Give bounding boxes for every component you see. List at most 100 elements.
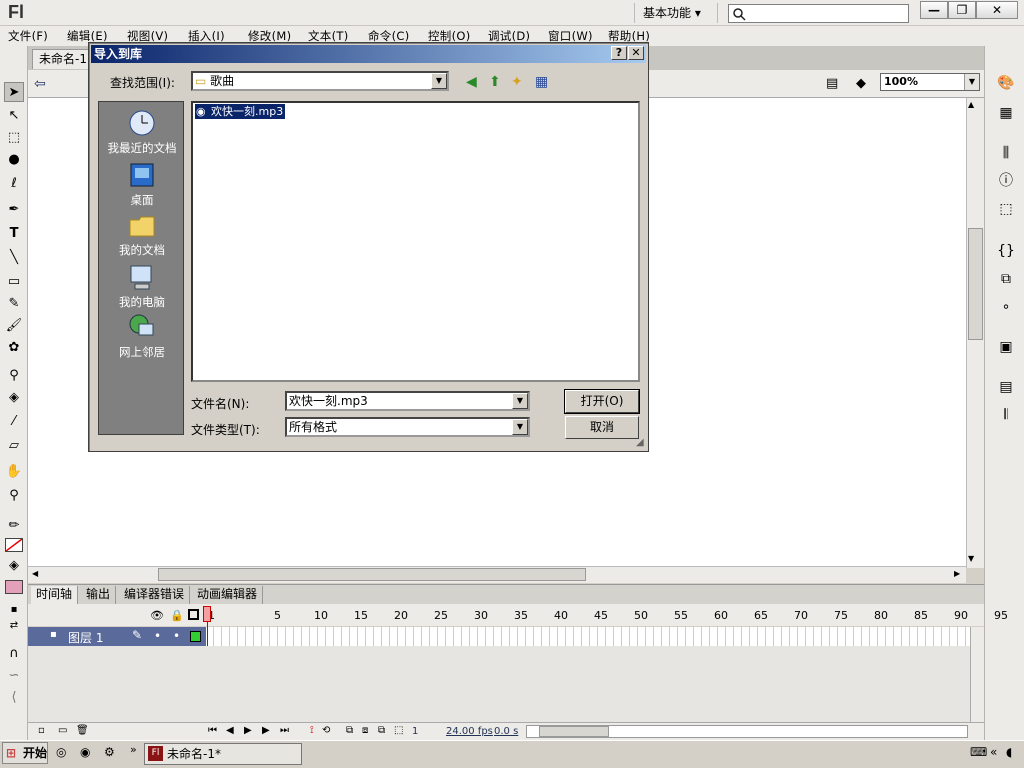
play-icon[interactable]: ▶	[244, 725, 252, 736]
scroll-down-icon[interactable]: ▼	[968, 554, 974, 563]
motion-presets-icon[interactable]: ∘	[995, 296, 1017, 318]
zoom-tool-icon[interactable]: ⚲	[4, 486, 24, 506]
align-panel-icon[interactable]: ⫼	[995, 142, 1017, 164]
current-frame[interactable]: 1	[412, 726, 418, 737]
project-panel-icon[interactable]: ▣	[995, 336, 1017, 358]
stroke-color-swatch[interactable]	[5, 538, 23, 552]
start-button[interactable]: ⊞ 开始	[2, 742, 48, 764]
brush-tool-icon[interactable]: 🖌	[4, 316, 24, 336]
loop-icon[interactable]: ⟲	[322, 725, 330, 736]
quicklaunch-ie-icon[interactable]: ◎	[56, 745, 66, 759]
tray-expand-icon[interactable]: «	[990, 745, 997, 759]
selection-tool-icon[interactable]: ➤	[4, 82, 24, 102]
place-my-documents[interactable]: 我的文档	[99, 210, 185, 258]
swap-colors-icon[interactable]: ⇄	[4, 616, 24, 636]
movie-explorer-icon[interactable]: ▤	[995, 376, 1017, 398]
color-panel-icon[interactable]: 🎨	[995, 72, 1017, 94]
last-frame-icon[interactable]: ⏭	[280, 725, 289, 736]
resize-grip-icon[interactable]: ◢	[636, 437, 644, 448]
search-input[interactable]	[728, 4, 909, 23]
look-in-select[interactable]: ▭ 歌曲 ▼	[191, 71, 449, 91]
filetype-select[interactable]: 所有格式 ▼	[285, 417, 530, 437]
onion-outline-icon[interactable]: ⧈	[362, 725, 368, 736]
playhead-handle[interactable]	[203, 606, 211, 622]
dialog-close-button[interactable]: ✕	[628, 46, 644, 60]
text-tool-icon[interactable]: T	[4, 224, 24, 244]
lasso-tool-icon[interactable]: ℓ	[4, 174, 24, 194]
scroll-right-icon[interactable]: ▶	[954, 569, 960, 578]
subselection-tool-icon[interactable]: ↖	[4, 106, 24, 126]
layer-row[interactable]: ▪ 图层 1 ✎ • •	[28, 627, 206, 646]
center-frame-icon[interactable]: ⟟	[310, 725, 314, 736]
edit-scene-icon[interactable]: ▤	[826, 76, 838, 91]
tab-output[interactable]: 输出	[81, 586, 117, 604]
tray-speaker-icon[interactable]: ◖	[1006, 745, 1012, 759]
quicklaunch-chevron-icon[interactable]: »	[130, 743, 137, 756]
scroll-left-icon[interactable]: ◀	[32, 569, 38, 578]
paint-bucket-tool-icon[interactable]: ◈	[4, 388, 24, 408]
pencil-tool-icon[interactable]: ✎	[4, 294, 24, 314]
smooth-icon[interactable]: ∽	[4, 666, 24, 686]
free-transform-tool-icon[interactable]: ⬚	[4, 128, 24, 148]
3d-rotation-tool-icon[interactable]: ●	[4, 150, 24, 170]
restore-button[interactable]: ❐	[948, 1, 976, 19]
components-panel-icon[interactable]: ⧉	[995, 268, 1017, 290]
back-arrow-icon[interactable]: ⇦	[34, 76, 46, 92]
bone-tool-icon[interactable]: ⚲	[4, 366, 24, 386]
timeline-hscroll[interactable]	[526, 725, 968, 738]
document-tab[interactable]: 未命名-1	[32, 49, 90, 69]
elapsed-time[interactable]: 0.0 s	[494, 726, 518, 737]
onion-skin-icon[interactable]: ⧉	[346, 725, 353, 736]
place-desktop[interactable]: 桌面	[99, 160, 185, 208]
onion-markers-icon[interactable]: ⬚	[394, 725, 403, 736]
stroke-color-icon[interactable]: ✏	[4, 516, 24, 536]
tab-motion-editor[interactable]: 动画编辑器	[192, 586, 264, 604]
delete-layer-icon[interactable]: 🗑	[76, 725, 89, 736]
tray-keyboard-icon[interactable]: ⌨	[970, 745, 987, 759]
view-menu-icon[interactable]: ▦	[535, 74, 548, 90]
layer-outline-color[interactable]	[190, 631, 201, 642]
timeline-vscroll[interactable]	[970, 627, 984, 722]
cancel-button[interactable]: 取消	[565, 416, 639, 439]
horizontal-scroll-thumb[interactable]	[158, 568, 586, 581]
swatches-panel-icon[interactable]: ▦	[995, 102, 1017, 124]
first-frame-icon[interactable]: ⏮	[208, 725, 217, 736]
file-item[interactable]: ◉ 欢快一刻.mp3	[195, 104, 286, 119]
layer-name[interactable]: 图层 1	[68, 629, 103, 646]
visibility-dot-icon[interactable]: •	[154, 629, 161, 643]
stage-vertical-scrollbar[interactable]: ▲ ▼	[966, 98, 984, 568]
timeline-hscroll-thumb[interactable]	[539, 726, 609, 737]
file-list[interactable]: ◉ 欢快一刻.mp3	[191, 101, 640, 382]
eraser-tool-icon[interactable]: ▱	[4, 436, 24, 456]
quicklaunch-settings-icon[interactable]: ⚙	[104, 745, 115, 759]
back-icon[interactable]: ◀	[466, 74, 477, 90]
open-button[interactable]: 打开(O)	[564, 389, 640, 414]
line-tool-icon[interactable]: ╲	[4, 248, 24, 268]
info-panel-icon[interactable]: ⓘ	[995, 170, 1017, 192]
pen-tool-icon[interactable]: ✒	[4, 200, 24, 220]
menu-file[interactable]: 文件(F)	[8, 28, 48, 44]
rectangle-tool-icon[interactable]: ▭	[4, 272, 24, 292]
filename-input[interactable]: 欢快一刻.mp3 ▼	[285, 391, 530, 411]
taskbar-window-item[interactable]: Fl 未命名-1*	[144, 743, 302, 765]
edit-symbols-icon[interactable]: ◆	[856, 76, 866, 91]
straighten-icon[interactable]: ⟨	[4, 688, 24, 708]
fill-color-icon[interactable]: ◈	[4, 556, 24, 576]
outline-icon[interactable]	[188, 609, 199, 620]
eyedropper-tool-icon[interactable]: ⁄	[4, 412, 24, 432]
close-app-button[interactable]: ✕	[976, 1, 1018, 19]
frame-rate[interactable]: 24.00 fps	[446, 726, 493, 737]
place-network[interactable]: 网上邻居	[99, 312, 185, 360]
lock-dot-icon[interactable]: •	[173, 629, 180, 643]
lock-icon[interactable]: 🔒	[170, 609, 184, 622]
place-recent[interactable]: 我最近的文档	[99, 108, 185, 156]
new-folder-icon[interactable]: ▭	[58, 725, 67, 736]
new-layer-icon[interactable]: ▫	[38, 725, 45, 736]
zoom-select[interactable]: 100% ▼	[880, 73, 980, 91]
prev-frame-icon[interactable]: ◀	[226, 725, 234, 736]
quicklaunch-app-icon[interactable]: ◉	[80, 745, 90, 759]
deco-tool-icon[interactable]: ✿	[4, 338, 24, 358]
hand-tool-icon[interactable]: ✋	[4, 462, 24, 482]
library-panel-icon[interactable]: 𝄃	[995, 404, 1017, 426]
stage-horizontal-scrollbar[interactable]: ◀ ▶	[28, 566, 966, 583]
